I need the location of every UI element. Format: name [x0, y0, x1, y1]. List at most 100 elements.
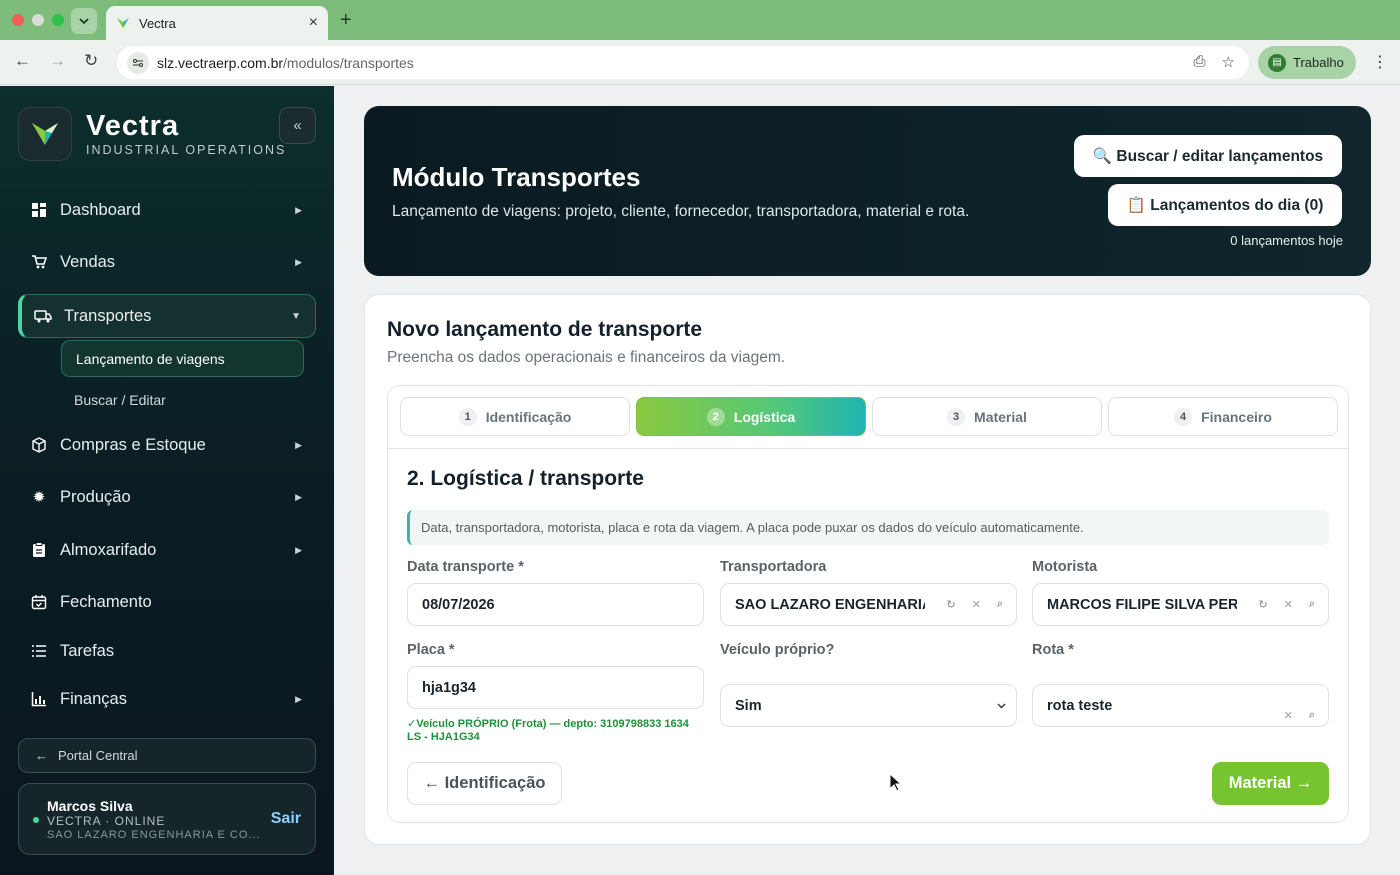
motorista-label: Motorista — [1032, 559, 1098, 575]
cart-icon — [30, 253, 48, 271]
chevrons-left-icon: « — [293, 117, 302, 134]
sidebar-item-transportes[interactable]: Transportes ▼ — [18, 294, 316, 338]
sidebar-item-fechamento[interactable]: Fechamento — [18, 580, 316, 624]
bookmark-star-icon[interactable]: ☆ — [1222, 53, 1235, 71]
tab-search-button[interactable] — [71, 8, 97, 34]
sidebar-item-almoxarifado[interactable]: Almoxarifado ▶ — [18, 528, 316, 572]
brand-name: Vectra — [86, 110, 180, 142]
chevron-down-icon: ▼ — [291, 310, 301, 322]
clear-icon[interactable]: ✕ — [1284, 598, 1293, 611]
sidebar-item-producao[interactable]: ✹ Produção ▶ — [18, 475, 316, 519]
data-label: Data transporte * — [407, 559, 524, 575]
vectra-logo — [18, 107, 72, 161]
step-material[interactable]: 3 Material — [872, 397, 1102, 436]
close-tab-icon[interactable]: × — [309, 14, 318, 32]
logout-button[interactable]: Sair — [271, 810, 301, 828]
rota-input[interactable]: rota teste ✕ ⌕ — [1032, 684, 1329, 727]
site-info-icon[interactable] — [127, 51, 149, 74]
back-identificacao-button[interactable]: ← Identificação — [407, 762, 562, 805]
user-status: VECTRA · ONLINE — [47, 814, 166, 828]
search-icon[interactable]: ⌕ — [1309, 709, 1315, 722]
today-entries-button[interactable]: 📋 Lançamentos do dia (0) — [1108, 184, 1342, 226]
data-transporte-input[interactable]: 08/07/2026 — [407, 583, 704, 626]
page-title: Módulo Transportes — [392, 162, 641, 192]
vectra-favicon-icon — [117, 18, 129, 28]
chevron-right-icon: ▶ — [295, 256, 302, 267]
rota-label: Rota * — [1032, 642, 1074, 658]
vectra-logo-icon — [32, 123, 58, 145]
search-edit-button[interactable]: 🔍 Buscar / editar lançamentos — [1074, 135, 1342, 177]
transportadora-input[interactable]: SAO LAZARO ENGENHARIA E ↻ ✕ ⌕ — [720, 583, 1017, 626]
sidebar-subitem-buscar[interactable]: Buscar / Editar — [60, 381, 303, 418]
next-material-button[interactable]: Material → — [1212, 762, 1329, 805]
form-card: Novo lançamento de transporte Preencha o… — [364, 294, 1371, 845]
sidebar-item-tarefas[interactable]: Tarefas — [18, 629, 316, 673]
new-tab-button[interactable]: + — [340, 9, 352, 32]
page-subtitle: Lançamento de viagens: projeto, cliente,… — [392, 203, 970, 220]
window-controls — [12, 14, 64, 26]
user-company: SAO LAZARO ENGENHARIA E CO... — [47, 829, 261, 841]
clear-icon[interactable]: ✕ — [1284, 709, 1293, 722]
clipboard-icon — [30, 541, 48, 559]
gear-icon: ✹ — [32, 489, 46, 506]
refresh-icon[interactable]: ↻ — [946, 598, 955, 611]
chart-icon — [30, 690, 48, 708]
main-content: Módulo Transportes Lançamento de viagens… — [334, 86, 1400, 875]
step-identificacao[interactable]: 1 Identificação — [400, 397, 630, 436]
wizard-steps: 1 Identificação 2 Logística 3 Material 4 Fin… — [388, 386, 1348, 449]
portal-central-button[interactable]: ← Portal Central — [18, 738, 316, 773]
dashboard-icon — [30, 201, 48, 219]
install-app-icon[interactable]: ⎙ — [1194, 53, 1206, 71]
minimize-window-button[interactable] — [32, 14, 44, 26]
tab-title: Vectra — [139, 15, 176, 31]
browser-menu-icon[interactable]: ⋮ — [1372, 52, 1388, 72]
placa-input[interactable]: hja1g34 — [407, 666, 704, 709]
sidebar-subitem-lancamento[interactable]: Lançamento de viagens — [61, 340, 304, 377]
today-count: 0 lançamentos hoje — [1230, 233, 1343, 248]
back-arrow-icon[interactable]: ← — [14, 51, 31, 71]
chevron-down-icon — [79, 17, 89, 24]
step-financeiro[interactable]: 4 Financeiro — [1108, 397, 1338, 436]
chevron-down-icon — [997, 703, 1006, 708]
user-card: Marcos Silva VECTRA · ONLINE SAO LAZARO … — [18, 783, 316, 855]
reload-icon[interactable]: ↻ — [84, 51, 98, 71]
sidebar-item-financas[interactable]: Finanças ▶ — [18, 677, 316, 721]
address-bar[interactable]: slz.vectraerp.com.br/modulos/transportes… — [117, 46, 1249, 79]
chevron-right-icon: ▶ — [295, 544, 302, 555]
calendar-icon — [30, 593, 48, 611]
placa-label: Placa * — [407, 642, 455, 658]
veiculo-proprio-select[interactable]: Sim — [720, 684, 1017, 727]
forward-arrow-icon[interactable]: → — [49, 51, 66, 71]
profile-button[interactable]: ▤ Trabalho — [1258, 46, 1356, 79]
collapse-sidebar-button[interactable]: « — [279, 107, 316, 144]
step-logistica[interactable]: 2 Logística — [636, 397, 866, 436]
sidebar-item-vendas[interactable]: Vendas ▶ — [18, 240, 316, 284]
info-box: Data, transportadora, motorista, placa e… — [407, 510, 1329, 545]
sidebar-item-dashboard[interactable]: Dashboard ▶ — [18, 188, 316, 232]
chevron-right-icon: ▶ — [295, 204, 302, 215]
refresh-icon[interactable]: ↻ — [1258, 598, 1267, 611]
browser-tab-strip: Vectra × + — [0, 0, 1400, 40]
browser-tab[interactable]: Vectra × — [106, 6, 328, 40]
form-title: Novo lançamento de transporte — [387, 318, 703, 341]
box-icon — [30, 436, 48, 454]
search-icon[interactable]: ⌕ — [1309, 598, 1315, 611]
clear-icon[interactable]: ✕ — [972, 598, 981, 611]
chevron-right-icon: ▶ — [295, 491, 302, 502]
form-subtitle: Preencha os dados operacionais e finance… — [387, 349, 786, 366]
transportadora-label: Transportadora — [720, 559, 827, 575]
chevron-right-icon: ▶ — [295, 693, 302, 704]
sidebar-item-compras[interactable]: Compras e Estoque ▶ — [18, 423, 316, 467]
list-icon — [30, 642, 48, 660]
truck-icon — [34, 307, 52, 325]
close-window-button[interactable] — [12, 14, 24, 26]
profile-avatar-icon: ▤ — [1268, 53, 1286, 72]
arrow-left-icon: ← — [35, 748, 48, 763]
search-icon[interactable]: ⌕ — [997, 598, 1003, 611]
vehicle-hint: ✓Veículo PRÓPRIO (Frota) — depto: 310979… — [407, 718, 689, 743]
maximize-window-button[interactable] — [52, 14, 64, 26]
user-name: Marcos Silva — [47, 798, 133, 814]
motorista-input[interactable]: MARCOS FILIPE SILVA PEREII ↻ ✕ ⌕ — [1032, 583, 1329, 626]
mouse-cursor-icon — [889, 773, 901, 792]
browser-toolbar: ← → ↻ slz.vectraerp.com.br/modulos/trans… — [0, 40, 1400, 85]
